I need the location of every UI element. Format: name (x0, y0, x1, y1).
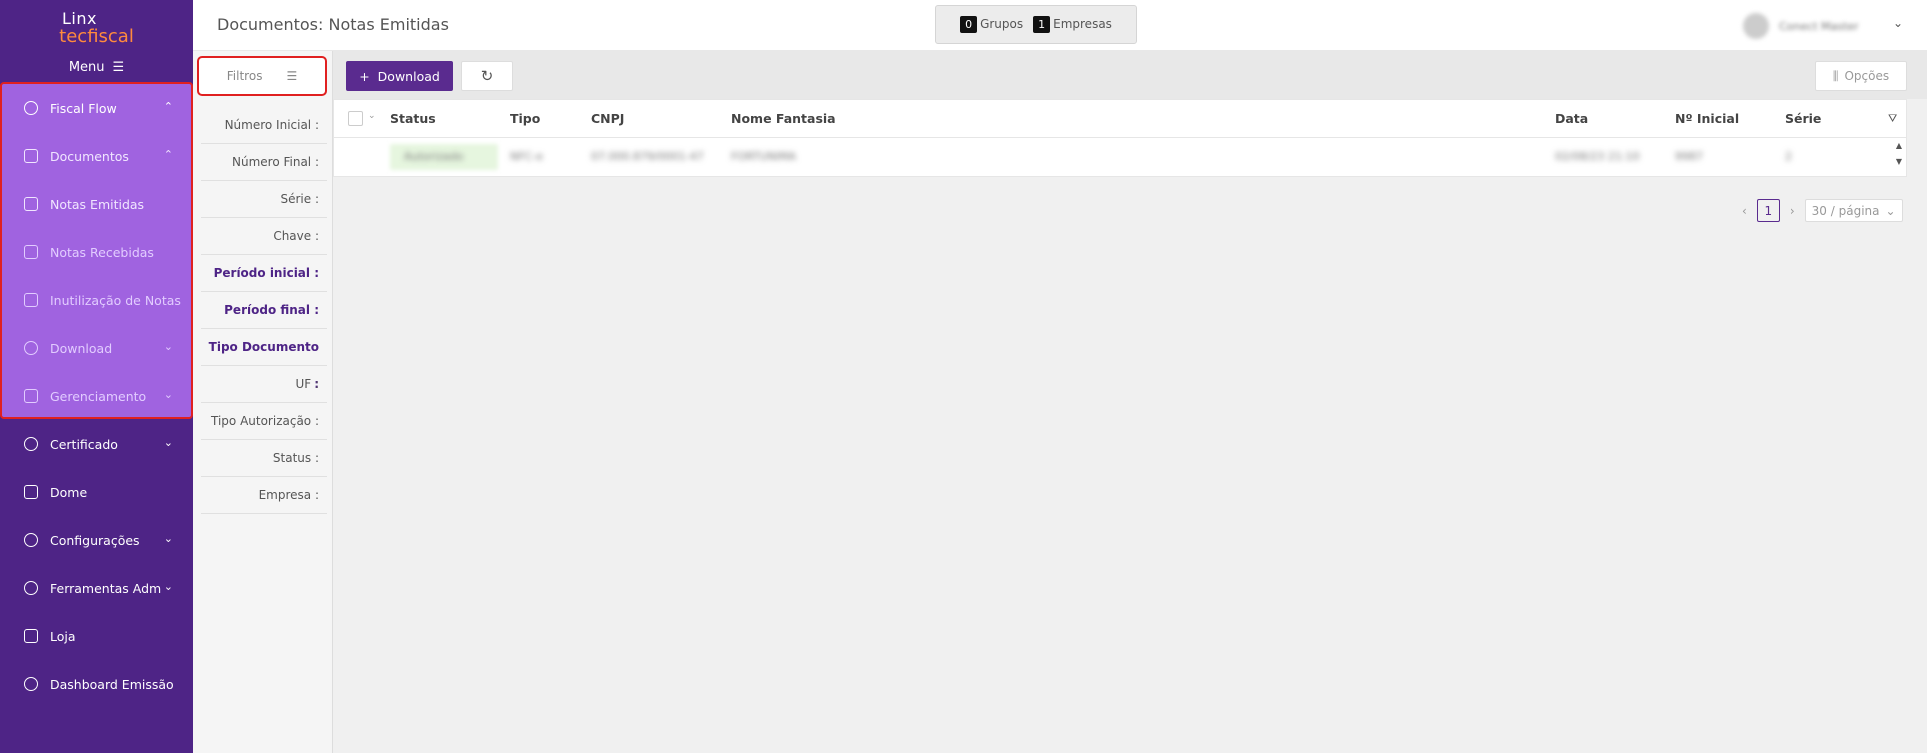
filter-panel: Filtros ☰ Número Inicial : Número Final … (193, 51, 333, 753)
chevron-down-icon: ⌄ (163, 340, 173, 353)
filter-tipo-documento[interactable]: Tipo Documento : (201, 329, 327, 391)
document-icon (24, 149, 38, 163)
chevron-down-icon: ⌄ (163, 580, 173, 593)
cart-icon (24, 629, 38, 643)
download-button[interactable]: + Download (346, 61, 453, 91)
documents-table: ⌄ Status Tipo CNPJ Nome Fantasia Data Nº… (333, 99, 1907, 177)
receipt-icon (24, 197, 38, 211)
sidebar-item-dome[interactable]: Dome (0, 468, 193, 516)
dollar-circle-icon (24, 101, 38, 115)
toolbar: + Download ↻ ⫼ Opções (333, 51, 1927, 99)
sidebar-item-inutilizacao[interactable]: Inutilização de Notas (0, 276, 193, 324)
sliders-icon (24, 389, 38, 403)
sidebar-item-dashboard-emissao[interactable]: Dashboard Emissão (0, 660, 193, 708)
wrench-icon (24, 581, 38, 595)
sidebar-item-notas-emitidas[interactable]: Notas Emitidas (0, 180, 193, 228)
filter-tipo-autorizacao[interactable]: Tipo Autorização : (201, 403, 327, 440)
sidebar-item-gerenciamento[interactable]: Gerenciamento ⌄ (0, 372, 193, 420)
chevron-up-icon: ⌃ (163, 148, 173, 161)
col-status[interactable]: Status (390, 111, 436, 126)
cloud-download-icon (24, 341, 38, 355)
brand-fiscal: fiscal (87, 26, 134, 47)
table-scrollbar[interactable]: ▲ ▼ (1892, 138, 1906, 176)
select-all-checkbox[interactable] (348, 111, 363, 126)
page-title: Documentos: Notas Emitidas (217, 15, 449, 34)
indent-menu-icon: ☰ (286, 69, 298, 83)
bank-icon (24, 485, 38, 499)
gear-icon (24, 533, 38, 547)
menu-toggle[interactable]: Menu ☰ (0, 52, 193, 82)
filter-periodo-final[interactable]: Período final : (201, 292, 327, 329)
col-data[interactable]: Data (1555, 111, 1588, 126)
plus-icon: + (359, 68, 370, 84)
col-nome-fantasia[interactable]: Nome Fantasia (731, 111, 836, 126)
options-button[interactable]: ⫼ Opções (1815, 61, 1907, 91)
page-current[interactable]: 1 (1756, 199, 1780, 222)
dashboard-gauge-icon (24, 677, 38, 691)
chevron-down-icon: ⌄ (163, 388, 173, 401)
filters-toggle-button[interactable]: Filtros ☰ (197, 56, 327, 96)
chevron-left-icon[interactable]: ‹ (1742, 204, 1747, 218)
chevron-down-icon[interactable]: ⌄ (1893, 16, 1903, 30)
top-header: Documentos: Notas Emitidas 0 Grupos 1 Empr… (193, 0, 1927, 51)
user-profile[interactable]: Conect Master (1743, 6, 1893, 46)
sidebar-item-notas-recebidas[interactable]: Notas Recebidas (0, 228, 193, 276)
chevron-right-icon[interactable]: › (1790, 204, 1795, 218)
sidebar-item-certificado[interactable]: Certificado ⌄ (0, 420, 193, 468)
group-company-selector[interactable]: 0 Grupos 1 Empresas (935, 5, 1137, 44)
refresh-button[interactable]: ↻ (461, 61, 513, 91)
refresh-icon: ↻ (480, 67, 494, 85)
filter-funnel-icon[interactable]: ⛛ (1888, 112, 1900, 125)
filter-uf[interactable]: UF : (201, 366, 327, 403)
col-numero-inicial[interactable]: Nº Inicial (1675, 111, 1739, 126)
shield-icon (24, 437, 38, 451)
user-name: Conect Master (1779, 19, 1859, 33)
col-tipo[interactable]: Tipo (510, 111, 540, 126)
chevron-down-icon: ⌄ (163, 436, 173, 449)
pagination: ‹ 1 › 30 / página ⌄ (1742, 199, 1903, 222)
sidebar-item-loja[interactable]: Loja (0, 612, 193, 660)
col-serie[interactable]: Série (1785, 111, 1821, 126)
receipt-icon (24, 293, 38, 307)
chevron-down-icon: ⌄ (163, 532, 173, 545)
page-size-select[interactable]: 30 / página ⌄ (1804, 199, 1903, 222)
sidebar-item-fiscal-flow[interactable]: Fiscal Flow ⌃ (0, 84, 193, 132)
chevron-down-icon: ⌄ (1885, 203, 1896, 218)
table-header: ⌄ Status Tipo CNPJ Nome Fantasia Data Nº… (334, 100, 1906, 138)
filter-periodo-inicial[interactable]: Período inicial : (201, 255, 327, 292)
chevron-up-icon: ⌃ (163, 100, 173, 113)
col-cnpj[interactable]: CNPJ (591, 111, 624, 126)
menu-lines-icon: ☰ (112, 59, 125, 75)
sidebar-item-configuracoes[interactable]: Configurações ⌄ (0, 516, 193, 564)
sidebar-item-documentos[interactable]: Documentos ⌃ (0, 132, 193, 180)
filter-numero-inicial[interactable]: Número Inicial : (201, 107, 327, 144)
filter-chave[interactable]: Chave : (201, 218, 327, 255)
sidebar-item-ferramentas-adm[interactable]: Ferramentas Adm ⌄ (0, 564, 193, 612)
receipt-icon (24, 245, 38, 259)
brand-logo: Linx tecfiscal (59, 9, 134, 47)
empresas-count-badge: 1 (1033, 16, 1051, 33)
filter-numero-final[interactable]: Número Final : (201, 144, 327, 181)
avatar (1743, 13, 1769, 39)
brand-tec: tec (59, 26, 88, 47)
grupos-count-badge: 0 (960, 16, 978, 33)
sidebar: Linx tecfiscal Menu ☰ Fiscal Flow ⌃ Docu… (0, 0, 193, 753)
table-row[interactable]: Autorizado NFC-e 07.000.879/0001-47 FORT… (334, 138, 1906, 176)
filter-status[interactable]: Status : (201, 440, 327, 477)
sidebar-item-download[interactable]: Download ⌄ (0, 324, 193, 372)
filter-serie[interactable]: Série : (201, 181, 327, 218)
filter-empresa[interactable]: Empresa : (201, 477, 327, 514)
chevron-down-icon[interactable]: ⌄ (368, 111, 376, 121)
sliders-icon: ⫼ (1832, 68, 1839, 83)
